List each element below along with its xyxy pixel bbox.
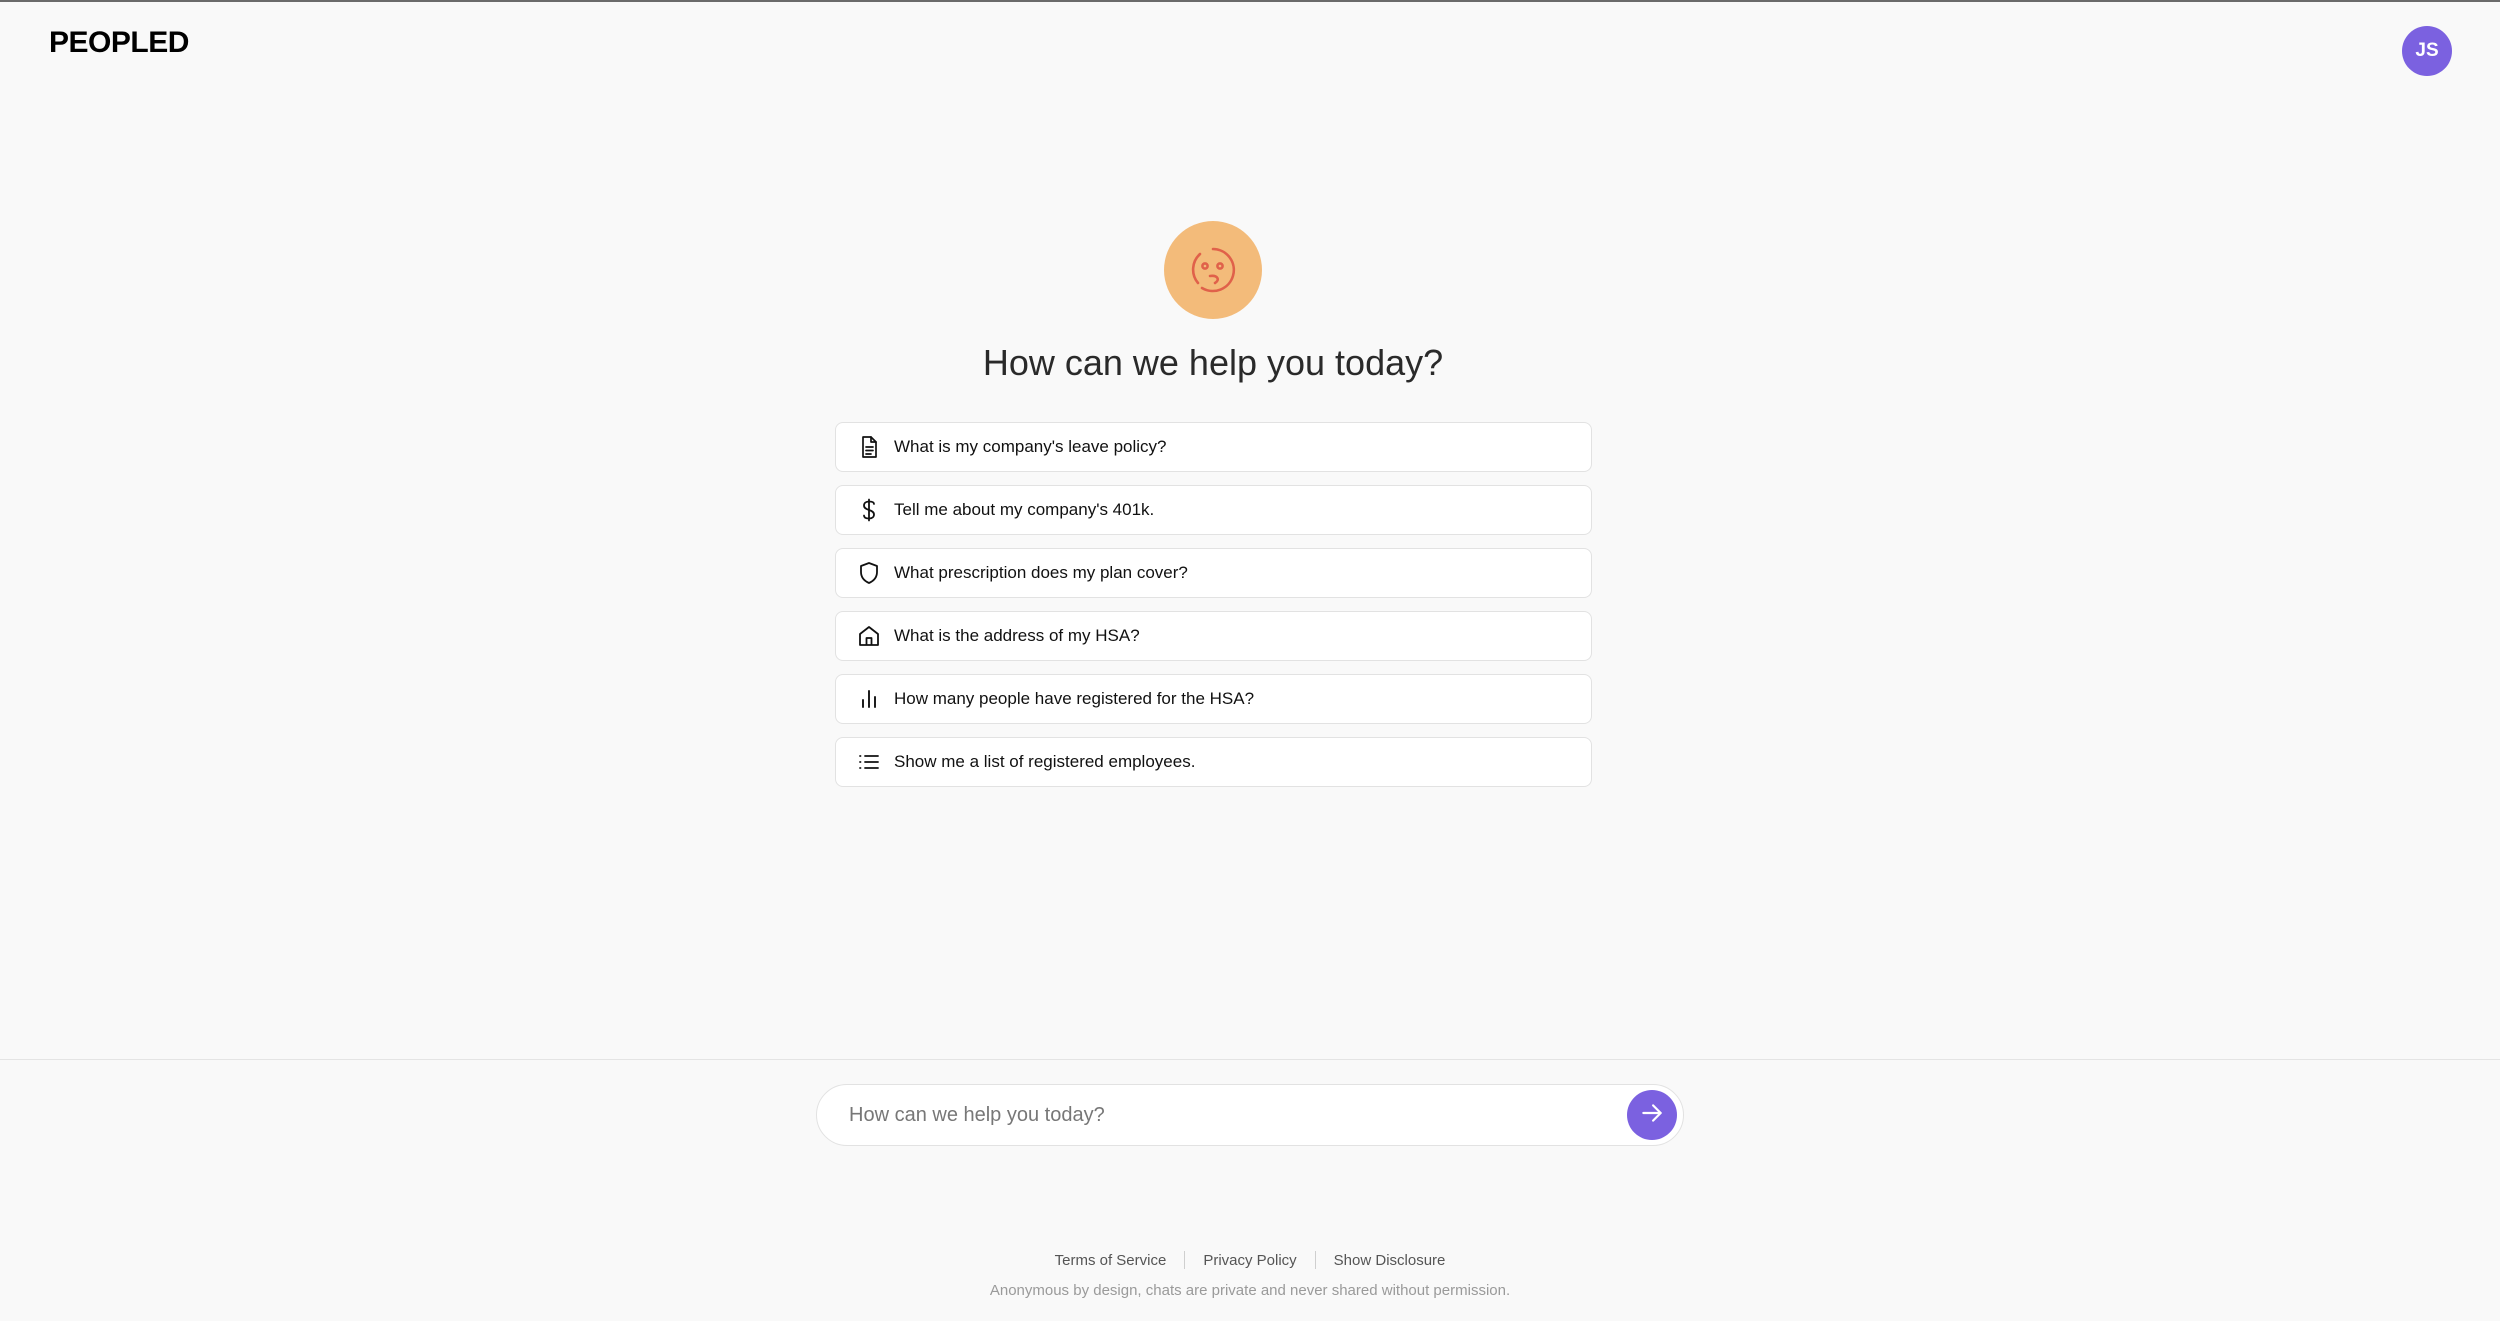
privacy-note: Anonymous by design, chats are private a…	[989, 1282, 1511, 1299]
suggestion-label: Tell me about my company's 401k.	[894, 500, 1155, 519]
suggestion-hsa-registrations[interactable]: How many people have registered for the …	[835, 674, 1592, 724]
send-button[interactable]	[1627, 1090, 1677, 1140]
suggestion-label: How many people have registered for the …	[894, 689, 1255, 708]
suggestion-label: Show me a list of registered employees.	[894, 752, 1196, 771]
home-icon	[856, 623, 882, 649]
list-icon	[856, 749, 882, 775]
section-divider	[0, 1059, 2500, 1060]
document-icon	[856, 434, 882, 460]
chat-input[interactable]	[847, 1102, 1627, 1128]
suggestion-list: What is my company's leave policy? Tell …	[835, 422, 1592, 800]
bar-chart-icon	[856, 686, 882, 712]
suggestion-label: What prescription does my plan cover?	[894, 563, 1188, 582]
suggestion-label: What is my company's leave policy?	[894, 437, 1167, 456]
dollar-icon	[856, 497, 882, 523]
chat-composer	[816, 1084, 1684, 1146]
disclosure-link[interactable]: Show Disclosure	[1334, 1252, 1446, 1269]
user-avatar[interactable]: JS	[2402, 26, 2452, 76]
confused-face-icon	[1164, 221, 1262, 319]
suggestion-leave-policy[interactable]: What is my company's leave policy?	[835, 422, 1592, 472]
app-logo[interactable]: PEOPLED	[49, 26, 189, 60]
suggestion-hsa-address[interactable]: What is the address of my HSA?	[835, 611, 1592, 661]
privacy-link[interactable]: Privacy Policy	[1203, 1252, 1296, 1269]
shield-icon	[856, 560, 882, 586]
footer-links: Terms of Service Privacy Policy Show Dis…	[0, 1251, 2500, 1269]
footer-separator	[1314, 1251, 1316, 1269]
suggestion-prescription[interactable]: What prescription does my plan cover?	[835, 548, 1592, 598]
footer-separator	[1184, 1251, 1186, 1269]
suggestion-registered-employees[interactable]: Show me a list of registered employees.	[835, 737, 1592, 787]
suggestion-401k[interactable]: Tell me about my company's 401k.	[835, 485, 1592, 535]
suggestion-label: What is the address of my HSA?	[894, 626, 1140, 645]
terms-link[interactable]: Terms of Service	[1055, 1252, 1167, 1269]
page-title: How can we help you today?	[982, 342, 1444, 383]
arrow-right-icon	[1639, 1100, 1665, 1131]
